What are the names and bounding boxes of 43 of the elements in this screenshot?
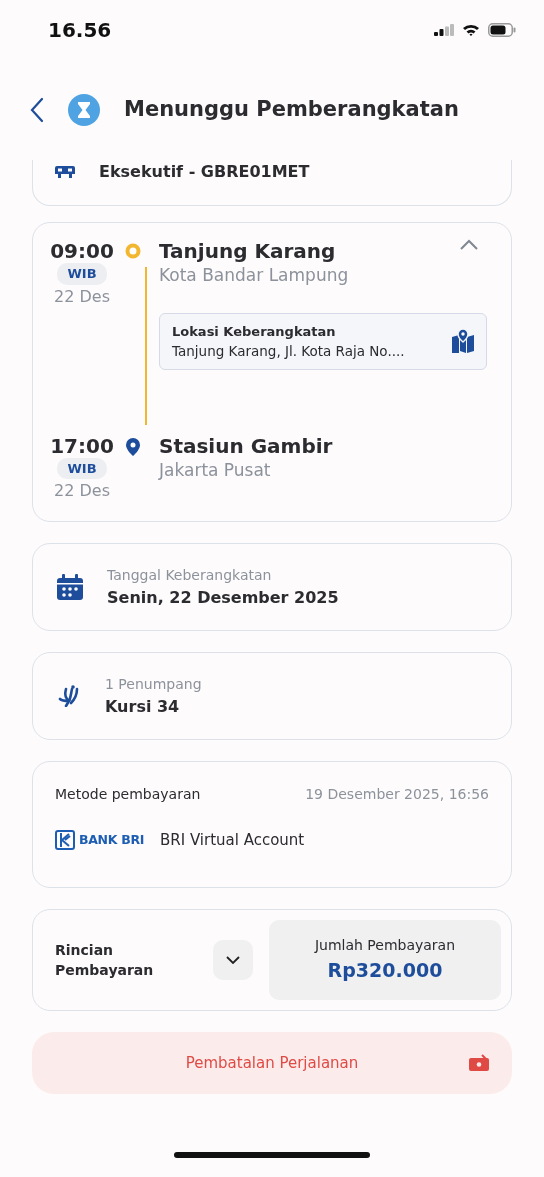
time-zone: WIB (57, 263, 107, 285)
summary-label: Rincian Pembayaran (55, 940, 155, 980)
train-class: Eksekutif - GBRE01MET (99, 161, 310, 183)
train-icon (55, 166, 75, 178)
time-zone: WIB (57, 457, 107, 479)
refund-icon (468, 1054, 490, 1072)
location-address: Tanjung Karang, Jl. Kota Raja No.... (172, 342, 405, 361)
wifi-icon (462, 23, 480, 37)
cancel-trip-button[interactable]: Pembatalan Perjalanan (32, 1032, 512, 1094)
info-label: Tanggal Keberangkatan (107, 565, 273, 585)
info-value: Kursi 34 (105, 695, 181, 718)
total-label: Jumlah Pembayaran (314, 936, 456, 956)
signal-icon (434, 24, 454, 36)
bank-logo-icon (55, 830, 75, 851)
payment-label: Metode pembayaran (55, 785, 201, 804)
location-label: Lokasi Keberangkatan (172, 322, 337, 341)
travel-date: 22 Des (54, 285, 110, 308)
page-title: Menunggu Pemberangkatan (124, 96, 459, 124)
status-time: 16.56 (48, 17, 112, 44)
payment-timestamp: 19 Desember 2025, 16:56 (305, 785, 489, 804)
hourglass-icon (68, 94, 100, 126)
bank-logo-text: BANK BRI (79, 830, 145, 849)
city-name: Kota Bandar Lampung (159, 264, 350, 287)
battery-icon (488, 23, 516, 37)
info-value: Senin, 22 Desember 2025 (107, 586, 339, 609)
city-name: Jakarta Pusat (159, 458, 272, 482)
info-label: 1 Penumpang (105, 674, 202, 694)
station-name: Stasiun Gambir (159, 433, 333, 458)
chevron-icon (226, 956, 240, 964)
map-pin-icon[interactable] (452, 329, 474, 354)
chevron-icon[interactable] (459, 239, 479, 251)
calendar-icon (57, 574, 83, 600)
location-pin-icon (126, 437, 140, 456)
arrival-time: 17:00 (50, 433, 114, 458)
payment-method: BRI Virtual Account (160, 830, 305, 851)
total-amount: Rp320.000 (327, 958, 443, 984)
travel-date: 22 Des (54, 480, 110, 502)
back-icon[interactable] (30, 97, 44, 123)
seat-icon (57, 685, 81, 707)
departure-time: 09:00 (50, 239, 114, 263)
station-name: Tanjung Karang (159, 239, 336, 263)
origin-dot-icon (125, 243, 141, 259)
expand-button[interactable] (213, 940, 253, 980)
